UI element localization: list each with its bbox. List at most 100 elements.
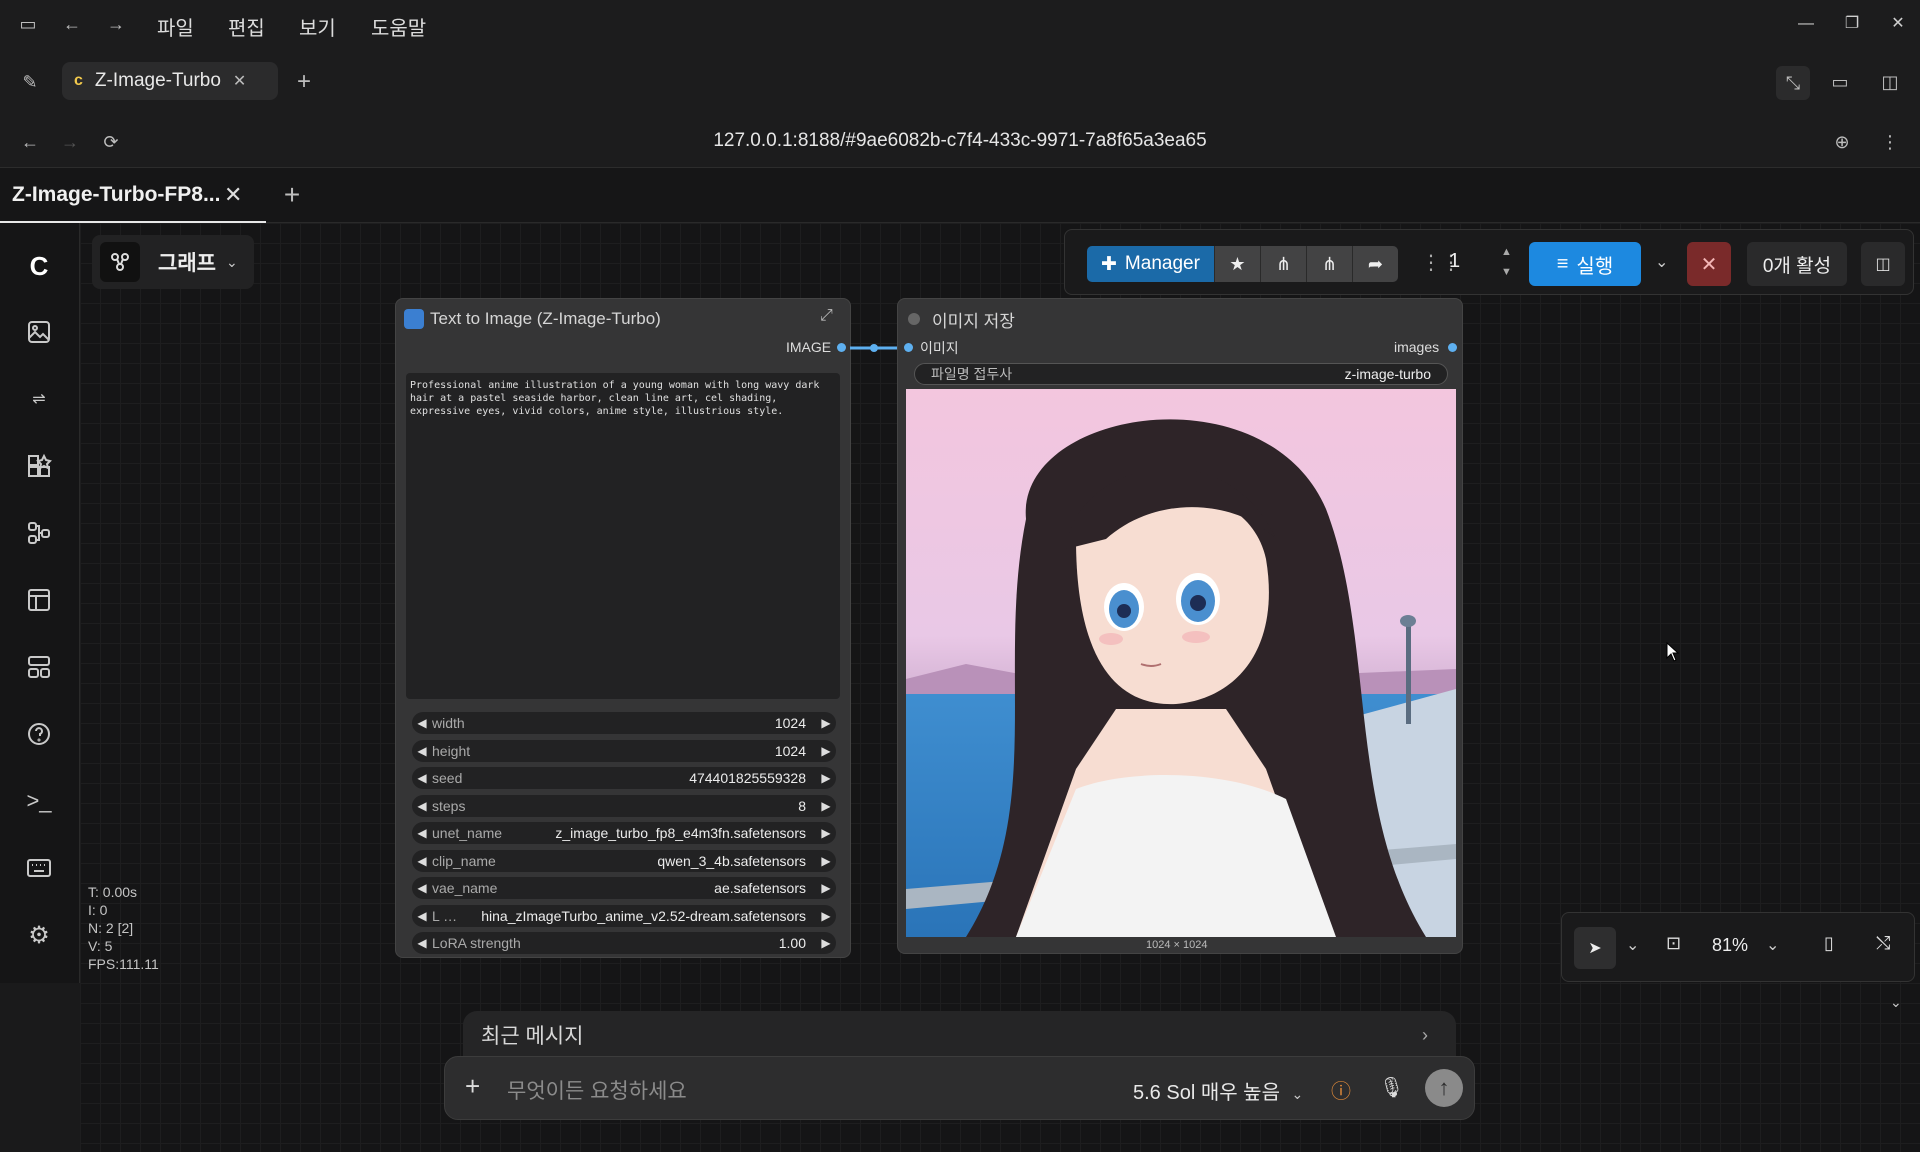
- increment-arrow-icon[interactable]: ▶: [816, 909, 836, 923]
- settings-gear-icon[interactable]: ⚙: [24, 920, 54, 950]
- model-a-icon[interactable]: ⋔: [1259, 246, 1306, 282]
- model-b-icon[interactable]: ⋔: [1305, 246, 1352, 282]
- new-workflow-icon[interactable]: +: [278, 179, 306, 210]
- active-jobs-button[interactable]: 0개 활성: [1747, 242, 1847, 286]
- close-window-icon[interactable]: ✕: [1886, 12, 1910, 36]
- comfy-logo-icon[interactable]: C: [24, 251, 54, 281]
- run-button[interactable]: ≡ 실행: [1529, 242, 1641, 286]
- decrement-arrow-icon[interactable]: ◀: [412, 799, 432, 813]
- models-icon[interactable]: ⇌: [24, 384, 54, 414]
- menu-edit[interactable]: 편집: [228, 12, 265, 41]
- sidebar-toggle-icon[interactable]: ▭: [14, 10, 42, 38]
- widget-4[interactable]: ◀ unet_name z_image_turbo_fp8_e4m3fn.safet…: [412, 822, 836, 844]
- text-to-image-node[interactable]: Text to Image (Z-Image-Turbo) ⤢ IMAGE Pr…: [395, 298, 851, 958]
- keyboard-icon[interactable]: [24, 853, 54, 883]
- menu-file[interactable]: 파일: [157, 12, 194, 41]
- decrement-arrow-icon[interactable]: ◀: [412, 826, 432, 840]
- browser-tab[interactable]: c Z-Image-Turbo ✕: [62, 62, 278, 100]
- minimap-icon[interactable]: ▯: [1824, 933, 1834, 954]
- increment-arrow-icon[interactable]: ▶: [816, 854, 836, 868]
- increment-arrow-icon[interactable]: ▶: [816, 799, 836, 813]
- decrement-arrow-icon[interactable]: ◀: [412, 716, 432, 730]
- widget-5[interactable]: ◀ clip_name qwen_3_4b.safetensors ▶: [412, 849, 836, 872]
- star-icon[interactable]: ★: [1213, 246, 1260, 282]
- menu-view[interactable]: 보기: [299, 12, 336, 41]
- generated-image-preview[interactable]: [906, 389, 1456, 937]
- new-note-icon[interactable]: ✎: [16, 68, 44, 96]
- decrement-arrow-icon[interactable]: ◀: [412, 936, 432, 950]
- templates-icon[interactable]: [24, 585, 54, 615]
- microphone-icon[interactable]: 🎙: [1379, 1075, 1404, 1100]
- collapse-panel-chevron-icon[interactable]: ⌄: [1890, 994, 1902, 1011]
- decrement-arrow-icon[interactable]: ◀: [412, 771, 432, 785]
- tool-options-chevron-icon[interactable]: ⌄: [1626, 935, 1639, 955]
- count-stepper-icon[interactable]: ▲ ▼: [1501, 242, 1512, 282]
- restore-icon[interactable]: ❐: [1840, 12, 1864, 36]
- url-field[interactable]: 127.0.0.1:8188/#9ae6082b-c7f4-433c-9971-…: [0, 130, 1920, 152]
- close-workflow-icon[interactable]: ✕: [224, 182, 242, 208]
- increment-arrow-icon[interactable]: ▶: [816, 744, 836, 758]
- decrement-arrow-icon[interactable]: ◀: [412, 881, 432, 895]
- node-library-icon[interactable]: [24, 451, 54, 481]
- collapse-icon[interactable]: ⤡: [1776, 66, 1810, 100]
- zoom-chevron-icon[interactable]: ⌄: [1766, 935, 1779, 955]
- media-assets-icon[interactable]: [24, 317, 54, 347]
- add-extension-icon[interactable]: ⊕: [1828, 128, 1856, 156]
- hide-links-icon[interactable]: ⤭: [1876, 933, 1890, 954]
- filename-prefix-field[interactable]: 파일명 접두사 z-image-turbo: [914, 363, 1448, 385]
- queue-count[interactable]: 1: [1449, 250, 1460, 273]
- cancel-run-button[interactable]: ✕: [1687, 242, 1731, 286]
- widget-0[interactable]: ◀ width 1024 ▶: [412, 712, 836, 734]
- decrement-arrow-icon[interactable]: ◀: [412, 744, 432, 758]
- model-selector[interactable]: 5.6 Sol 매우 높음 ⌄: [1133, 1076, 1303, 1105]
- expand-icon[interactable]: ⤢: [820, 307, 833, 325]
- chat-input[interactable]: 무엇이든 요청하세요: [507, 1075, 687, 1105]
- widget-2[interactable]: ◀ seed 474401825559328 ▶: [412, 767, 836, 789]
- decrement-arrow-icon[interactable]: ◀: [412, 909, 432, 923]
- output-slot-images[interactable]: [1448, 343, 1457, 352]
- node-title-bar[interactable]: Text to Image (Z-Image-Turbo): [404, 305, 661, 333]
- output-slot-image[interactable]: [837, 343, 846, 352]
- save-image-node[interactable]: 이미지 저장 이미지 images 파일명 접두사 z-image-turbo: [897, 298, 1463, 954]
- prompt-textarea[interactable]: Professional anime illustration of a you…: [406, 373, 840, 699]
- send-button[interactable]: ↑: [1425, 1069, 1463, 1107]
- terminal-icon[interactable]: >_: [24, 786, 54, 816]
- back-arrow-icon[interactable]: ←: [58, 10, 86, 38]
- widget-8[interactable]: ◀ LoRA strength 1.00 ▶: [412, 932, 836, 954]
- input-slot-image[interactable]: [904, 343, 913, 352]
- select-tool-icon[interactable]: ➤: [1574, 927, 1616, 969]
- menu-help[interactable]: 도움말: [371, 12, 426, 41]
- close-tab-icon[interactable]: ✕: [233, 71, 246, 91]
- widget-1[interactable]: ◀ height 1024 ▶: [412, 739, 836, 762]
- fit-view-icon[interactable]: ⊡: [1666, 933, 1681, 954]
- warning-icon[interactable]: ⓘ: [1331, 1075, 1351, 1104]
- run-options-chevron-icon[interactable]: ⌄: [1655, 252, 1668, 272]
- queue-icon[interactable]: [24, 652, 54, 682]
- graph-mode-button[interactable]: 그래프 ⌄: [92, 235, 254, 289]
- forward-arrow-icon[interactable]: →: [102, 10, 130, 38]
- widget-3[interactable]: ◀ steps 8 ▶: [412, 794, 836, 817]
- minimize-icon[interactable]: —: [1794, 12, 1818, 36]
- attach-plus-icon[interactable]: +: [465, 1071, 480, 1102]
- manager-button[interactable]: ✚ Manager: [1087, 246, 1214, 282]
- increment-arrow-icon[interactable]: ▶: [816, 936, 836, 950]
- more-menu-icon[interactable]: ⋮: [1876, 128, 1904, 156]
- new-tab-icon[interactable]: +: [290, 68, 318, 96]
- increment-arrow-icon[interactable]: ▶: [816, 716, 836, 730]
- zoom-level[interactable]: 81%: [1712, 935, 1748, 956]
- widget-7[interactable]: ◀ L … hina_zImageTurbo_anime_v2.52-dream.s…: [412, 904, 836, 927]
- minimize-panel-icon[interactable]: ▭: [1826, 68, 1854, 96]
- recent-messages-bar[interactable]: 최근 메시지 ›: [463, 1011, 1456, 1059]
- node-title-bar[interactable]: 이미지 저장: [908, 305, 1015, 333]
- help-icon[interactable]: [24, 719, 54, 749]
- split-view-icon[interactable]: ◫: [1876, 68, 1904, 96]
- decrement-arrow-icon[interactable]: ◀: [412, 854, 432, 868]
- share-icon[interactable]: ➦: [1351, 246, 1398, 282]
- workflow-tab[interactable]: Z-Image-Turbo-FP8... ✕: [0, 168, 266, 223]
- widget-6[interactable]: ◀ vae_name ae.safetensors ▶: [412, 877, 836, 899]
- increment-arrow-icon[interactable]: ▶: [816, 826, 836, 840]
- right-panel-toggle-icon[interactable]: ◫: [1861, 242, 1905, 286]
- increment-arrow-icon[interactable]: ▶: [816, 771, 836, 785]
- workflows-icon[interactable]: [24, 518, 54, 548]
- increment-arrow-icon[interactable]: ▶: [816, 881, 836, 895]
